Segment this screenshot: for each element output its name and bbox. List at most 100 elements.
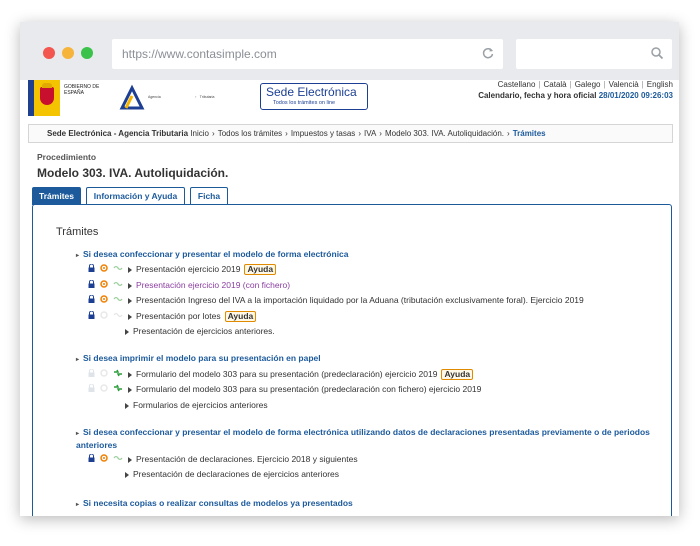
clave-icon: [113, 264, 123, 275]
lock-icon: [88, 368, 95, 380]
lang-castellano[interactable]: Castellano: [498, 80, 536, 89]
help-badge[interactable]: Ayuda: [244, 264, 277, 275]
item-label: Formulario del modelo 303 para su presen…: [136, 369, 438, 379]
caret-right-icon: ▸: [76, 502, 80, 508]
clave-icon: [113, 454, 123, 465]
section-title: Si necesita copias o realizar consultas …: [83, 498, 353, 508]
lock-icon: [88, 263, 95, 275]
official-calendar[interactable]: Calendario, fecha y hora oficial 28/01/2…: [478, 91, 673, 100]
list-item[interactable]: Presentación por lotes Ayuda: [88, 310, 257, 322]
site-header: GOBIERNO DE ESPAÑA Agencia ↑ Tributaria S…: [20, 80, 679, 120]
section-paper[interactable]: ▸ Si desea imprimir el modelo para su pre…: [76, 353, 321, 363]
page-title: Modelo 303. IVA. Autoliquidación.: [37, 166, 229, 180]
item-label: Presentación ejercicio 2019: [136, 264, 241, 274]
close-window-button[interactable]: [43, 47, 55, 59]
lock-icon: [88, 294, 95, 306]
lang-english[interactable]: English: [647, 80, 673, 89]
calendar-label: Calendario, fecha y hora oficial: [478, 91, 597, 100]
certificate-icon: [100, 369, 108, 380]
list-item[interactable]: Formulario del modelo 303 para su presen…: [88, 383, 481, 395]
list-item[interactable]: Formularios de ejercicios anteriores: [125, 400, 268, 411]
procedure-label: Procedimiento: [37, 152, 97, 162]
item-label: Presentación por lotes: [136, 311, 221, 321]
lang-valencia[interactable]: Valencià: [609, 80, 639, 89]
reload-icon[interactable]: [481, 46, 495, 65]
list-item[interactable]: Presentación de ejercicios anteriores.: [125, 326, 275, 337]
panel-heading: Trámites: [56, 226, 99, 238]
bullet-arrow-icon: [128, 456, 132, 463]
coat-of-arms-logo[interactable]: [28, 80, 62, 116]
lang-galego[interactable]: Galego: [575, 80, 601, 89]
certificate-icon: [100, 264, 108, 275]
bullet-arrow-icon: [128, 266, 132, 273]
certificate-icon: [100, 454, 108, 465]
list-item[interactable]: Presentación Ingreso del IVA a la import…: [88, 294, 584, 306]
url-text: https://www.contasimple.com: [122, 47, 277, 61]
tab-informacion-ayuda[interactable]: Información y Ayuda: [86, 187, 185, 205]
bullet-arrow-icon: [125, 471, 129, 478]
section-electronic[interactable]: ▸ Si desea confeccionar y presentar el mo…: [76, 249, 349, 259]
tab-tramites[interactable]: Trámites: [32, 187, 81, 205]
lock-icon: [88, 453, 95, 465]
section-copies[interactable]: ▸ Si necesita copias o realizar consultas…: [76, 498, 353, 508]
caret-right-icon: ▸: [76, 253, 80, 259]
sede-title: Sede Electrónica: [266, 85, 357, 99]
certificate-icon: [100, 280, 108, 291]
search-icon[interactable]: [650, 46, 664, 65]
section-prefilled[interactable]: ▸ Si desea confeccionar y presentar el mo…: [76, 427, 656, 451]
list-item[interactable]: Presentación ejercicio 2019 Ayuda: [88, 263, 277, 275]
breadcrumb-modelo[interactable]: Modelo 303. IVA. Autoliquidación.: [385, 129, 504, 138]
breadcrumb-inicio[interactable]: Inicio: [190, 129, 209, 138]
minimize-window-button[interactable]: [62, 47, 74, 59]
help-badge[interactable]: Ayuda: [224, 311, 257, 322]
item-label: Presentación de declaraciones de ejercic…: [133, 469, 340, 479]
clave-icon: [113, 311, 123, 322]
bullet-arrow-icon: [128, 313, 132, 320]
lock-icon: [88, 279, 95, 291]
breadcrumb: Sede Electrónica - Agencia Tributaria In…: [28, 124, 673, 143]
list-item[interactable]: Presentación ejercicio 2019 (con fichero…: [88, 279, 291, 291]
sede-electronica-logo[interactable]: Sede Electrónica Todos los trámites on l…: [260, 83, 368, 110]
section-title: Si desea confeccionar y presentar el mod…: [83, 249, 349, 259]
aeat-logo[interactable]: [118, 84, 146, 117]
clave-icon: [113, 369, 123, 380]
breadcrumb-impuestos[interactable]: Impuestos y tasas: [291, 129, 355, 138]
section-title: Si desea confeccionar y presentar el mod…: [76, 427, 650, 450]
clave-icon: [113, 280, 123, 291]
browser-toolbar: https://www.contasimple.com: [20, 22, 679, 80]
bullet-arrow-icon: [128, 371, 132, 378]
sede-subtitle: Todos los trámites on line: [273, 100, 336, 106]
clave-icon: [113, 295, 123, 306]
agency-label: Agencia: [148, 95, 161, 99]
lang-catala[interactable]: Català: [544, 80, 567, 89]
agency-label-2: ↑ Tributaria: [195, 95, 215, 99]
item-label: Formularios de ejercicios anteriores: [133, 400, 268, 410]
bullet-arrow-icon: [128, 297, 132, 304]
caret-right-icon: ▸: [76, 357, 80, 363]
calendar-datetime: 28/01/2020 09:26:03: [598, 91, 673, 100]
lock-icon: [88, 383, 95, 395]
certificate-icon: [100, 311, 108, 322]
tab-ficha[interactable]: Ficha: [190, 187, 228, 205]
bullet-arrow-icon: [125, 402, 129, 409]
section-title: Si desea imprimir el modelo para su pres…: [83, 353, 321, 363]
list-item[interactable]: Presentación de declaraciones. Ejercicio…: [88, 453, 358, 465]
item-label: Presentación ejercicio 2019 (con fichero…: [136, 280, 291, 290]
search-box[interactable]: [516, 39, 672, 69]
bullet-arrow-icon: [125, 328, 129, 335]
language-selector: Castellano | Català | Galego | Valencià | Englis…: [497, 80, 673, 89]
list-item[interactable]: Presentación de declaraciones de ejercic…: [125, 469, 339, 480]
certificate-icon: [100, 295, 108, 306]
item-label: Presentación Ingreso del IVA a la import…: [136, 295, 584, 305]
help-badge[interactable]: Ayuda: [441, 369, 474, 380]
maximize-window-button[interactable]: [81, 47, 93, 59]
item-label: Presentación de ejercicios anteriores.: [133, 326, 275, 336]
breadcrumb-iva[interactable]: IVA: [364, 129, 376, 138]
list-item[interactable]: Formulario del modelo 303 para su presen…: [88, 368, 474, 380]
lock-icon: [88, 310, 95, 322]
breadcrumb-todos[interactable]: Todos los trámites: [218, 129, 282, 138]
breadcrumb-root: Sede Electrónica - Agencia Tributaria: [47, 129, 189, 138]
address-bar[interactable]: https://www.contasimple.com: [112, 39, 503, 69]
clave-icon: [113, 384, 123, 395]
breadcrumb-current: Trámites: [512, 129, 546, 138]
